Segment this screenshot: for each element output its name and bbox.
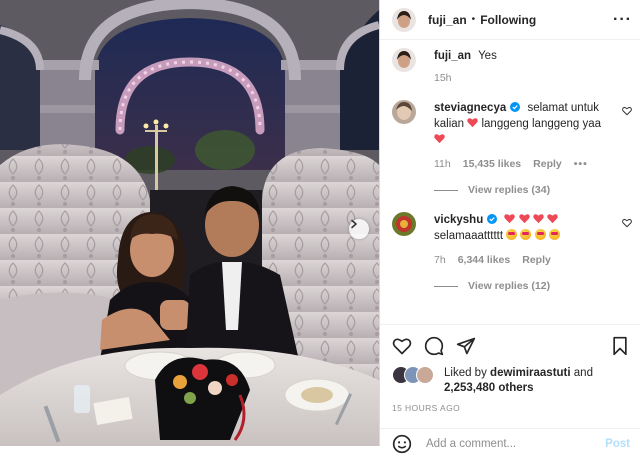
header-separator: • xyxy=(471,14,476,25)
more-options-icon[interactable]: ··· xyxy=(613,11,632,29)
likes-conjunction: and xyxy=(573,367,593,379)
replies-divider xyxy=(434,285,458,287)
like-comment-heart-icon[interactable] xyxy=(622,106,632,116)
reply-button[interactable]: Reply xyxy=(522,254,551,266)
comment-meta: 7h 6,344 likes Reply xyxy=(434,254,606,266)
red-heart-emoji-icon xyxy=(518,214,530,224)
post-photo[interactable] xyxy=(0,0,379,446)
heart-eyes-emoji-icon xyxy=(506,229,518,240)
comment-likes[interactable]: 6,344 likes xyxy=(458,254,511,266)
view-replies-label: View replies (12) xyxy=(468,280,551,292)
like-comment-heart-icon[interactable] xyxy=(622,218,632,228)
verified-badge-icon xyxy=(487,214,498,224)
replies-divider xyxy=(434,189,458,191)
add-comment-bar: Post xyxy=(380,428,640,458)
red-heart-emoji-icon xyxy=(434,134,445,144)
comment-meta: 11h 15,435 likes Reply ••• xyxy=(434,158,606,170)
comment-options-icon[interactable]: ••• xyxy=(574,158,588,170)
verified-badge-icon xyxy=(510,102,521,112)
emoji-picker-icon[interactable] xyxy=(392,434,412,454)
comment-username[interactable]: steviagnecya xyxy=(434,102,506,114)
commenter-avatar[interactable] xyxy=(392,48,416,72)
comment-username[interactable]: vickyshu xyxy=(434,214,483,226)
liked-by-username[interactable]: dewimiraastuti xyxy=(490,367,571,379)
red-heart-emoji-icon xyxy=(533,214,544,224)
post-action-bar xyxy=(380,324,640,356)
red-heart-emoji-icon xyxy=(504,214,516,224)
likes-others-count[interactable]: 2,253,480 others xyxy=(444,382,534,394)
chevron-right-icon xyxy=(351,219,357,229)
comment-meta: 15h xyxy=(434,72,606,84)
post-side-panel: fuji_an • Following ··· fuji_an Yes 15h xyxy=(379,0,640,453)
comment-bubble-icon[interactable] xyxy=(424,336,444,356)
heart-eyes-emoji-icon xyxy=(548,229,560,240)
comment-likes[interactable]: 15,435 likes xyxy=(463,158,521,170)
comment-text: steviagnecya selamat untuk kalian langge… xyxy=(434,100,606,148)
likes-summary: Liked by dewimiraastuti and 2,253,480 ot… xyxy=(392,366,632,396)
share-paper-plane-icon[interactable] xyxy=(456,336,476,356)
reply-button[interactable]: Reply xyxy=(533,158,562,170)
liker-avatar xyxy=(416,366,434,384)
instagram-post-modal: fuji_an • Following ··· fuji_an Yes 15h xyxy=(0,0,640,453)
comment-time[interactable]: 15h xyxy=(434,72,452,84)
comment-body: Yes xyxy=(478,50,497,62)
following-button[interactable]: Following xyxy=(480,13,536,27)
author-avatar[interactable] xyxy=(392,7,416,32)
commenter-avatar[interactable] xyxy=(392,212,416,236)
comment-item: vickyshu selamaaatttttt 7h 6,344 likes R… xyxy=(380,212,640,292)
comment-text: fuji_an Yes xyxy=(434,48,606,64)
like-heart-icon[interactable] xyxy=(392,336,412,356)
liker-avatars[interactable] xyxy=(392,366,436,384)
save-bookmark-icon[interactable] xyxy=(610,336,630,356)
post-comment-button[interactable]: Post xyxy=(605,438,630,450)
post-timestamp[interactable]: 15 HOURS AGO xyxy=(392,403,460,413)
view-replies-button[interactable]: View replies (34) xyxy=(434,184,606,196)
next-photo-button[interactable] xyxy=(349,219,369,239)
author-username[interactable]: fuji_an xyxy=(428,13,467,27)
view-replies-label: View replies (34) xyxy=(468,184,551,196)
comments-list[interactable]: fuji_an Yes 15h steviagnecya selamat unt… xyxy=(380,42,640,325)
commenter-avatar[interactable] xyxy=(392,100,416,124)
comment-body: selamaaatttttt xyxy=(434,230,504,242)
view-replies-button[interactable]: View replies (12) xyxy=(434,280,606,292)
comment-item: steviagnecya selamat untuk kalian langge… xyxy=(380,100,640,196)
add-comment-input[interactable] xyxy=(424,436,578,451)
comment-time[interactable]: 11h xyxy=(434,158,451,170)
red-heart-emoji-icon xyxy=(547,214,558,224)
red-heart-emoji-icon xyxy=(467,118,478,128)
likes-text: Liked by dewimiraastuti and 2,253,480 ot… xyxy=(444,366,593,396)
comment-time[interactable]: 7h xyxy=(434,254,446,266)
comment-item: fuji_an Yes 15h xyxy=(380,48,640,84)
comment-body-part-2: langgeng langgeng yaa xyxy=(481,118,602,130)
post-header: fuji_an • Following ··· xyxy=(380,0,640,40)
heart-eyes-emoji-icon xyxy=(534,229,546,240)
heart-eyes-emoji-icon xyxy=(520,229,532,240)
comment-text: vickyshu selamaaatttttt xyxy=(434,212,606,244)
liked-by-label: Liked by xyxy=(444,367,487,379)
photo-illustration xyxy=(0,0,379,446)
comment-username[interactable]: fuji_an xyxy=(434,50,471,62)
